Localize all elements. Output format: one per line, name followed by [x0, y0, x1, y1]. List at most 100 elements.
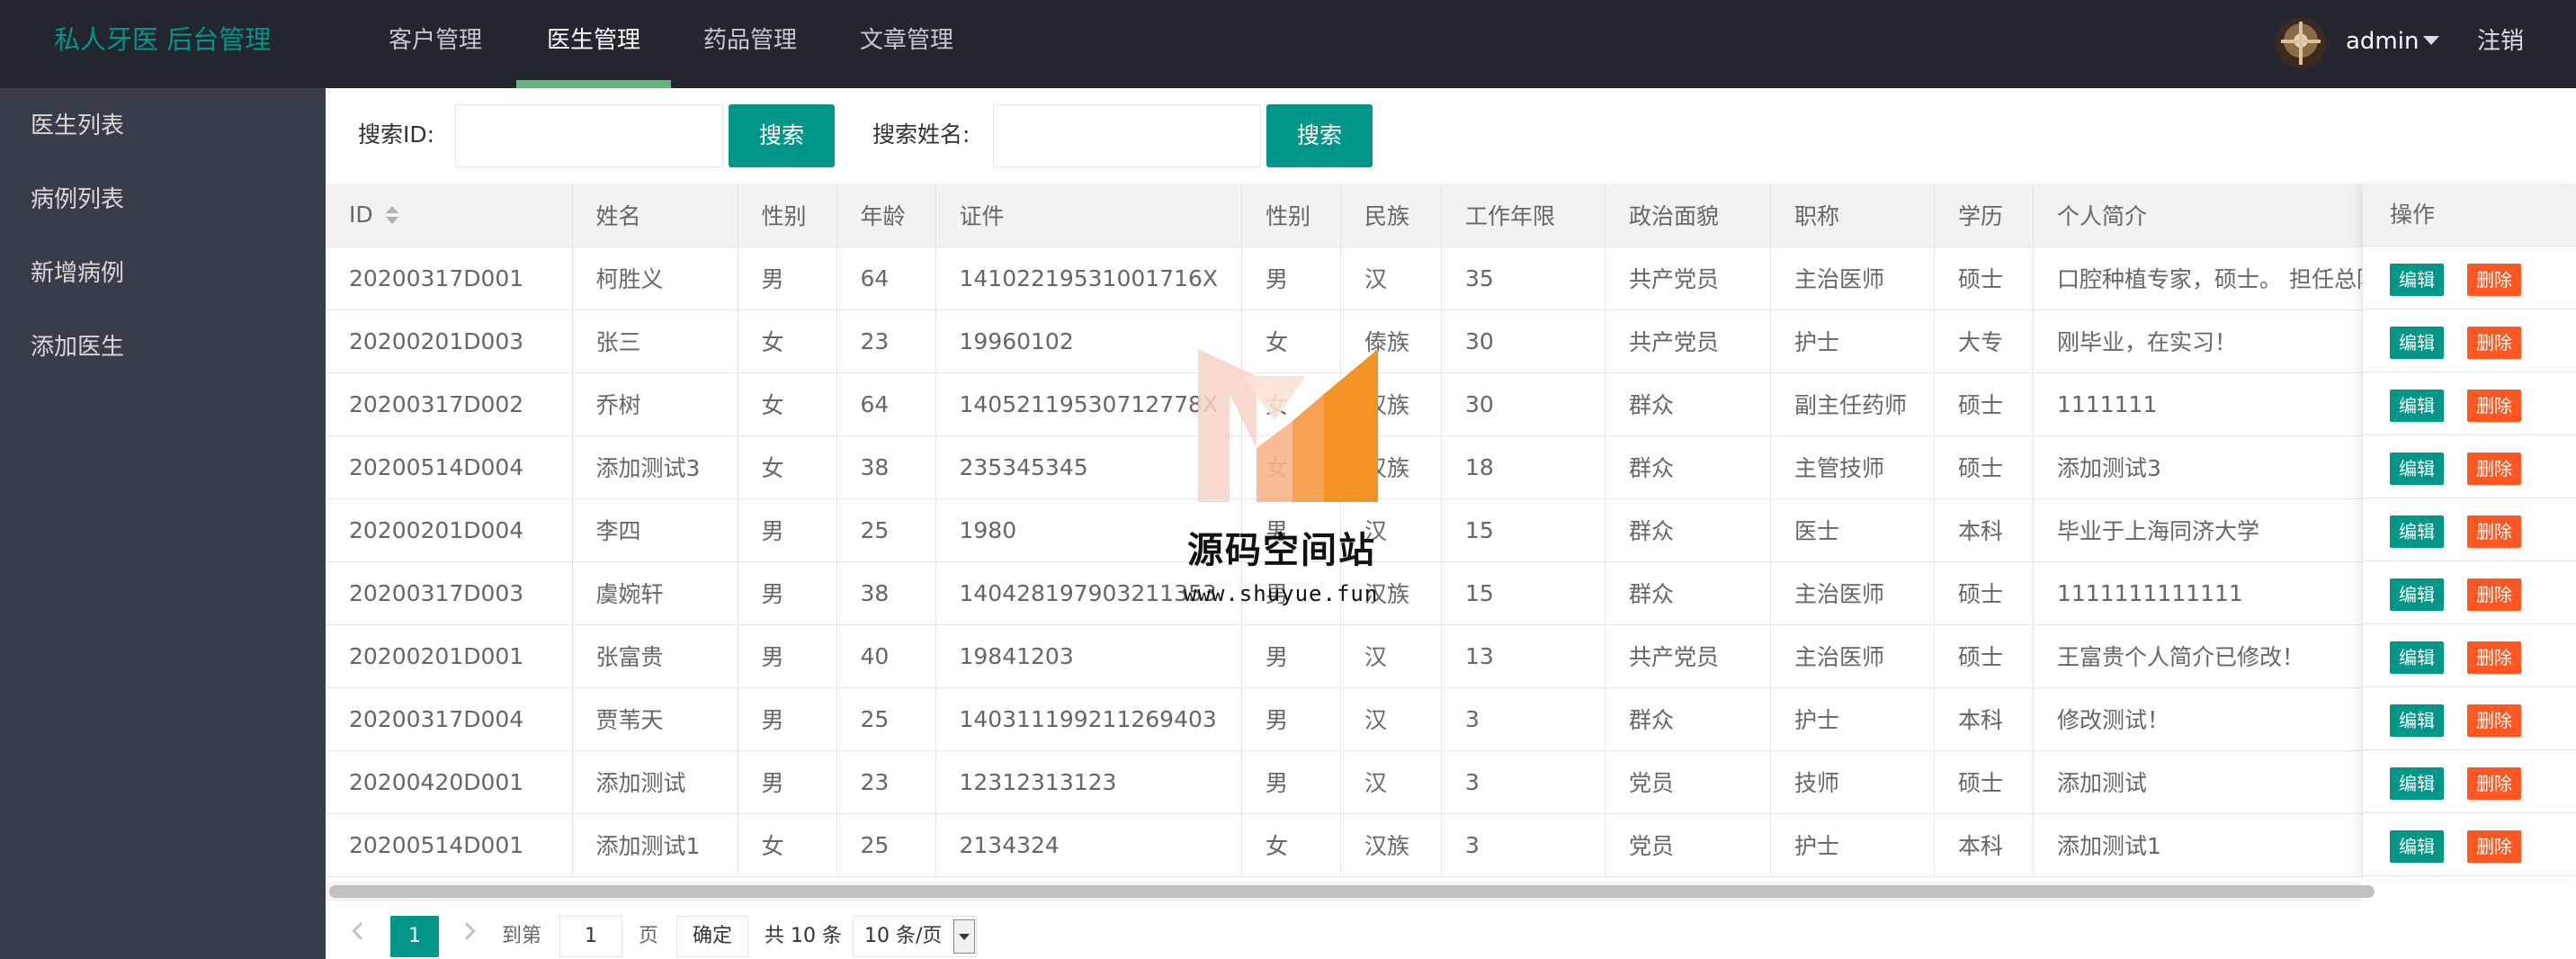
table-cell: 添加测试3 — [572, 435, 738, 499]
sidebar-item-case-list[interactable]: 病例列表 — [31, 182, 124, 218]
table-cell: 添加测试1 — [2033, 813, 2412, 877]
table-cell: 20200201D003 — [326, 309, 573, 373]
next-page-icon[interactable] — [458, 922, 476, 940]
table-cell: 男 — [738, 498, 837, 562]
goto-confirm-button[interactable]: 确定 — [676, 916, 748, 957]
column-header-education: 学历 — [1934, 184, 2035, 247]
table-row: 20200514D001 添加测试1 女 25 2134324 女汉族 3 党员 护士 本科 添加测… — [326, 813, 2412, 877]
delete-button[interactable]: 删除 — [2467, 767, 2521, 800]
delete-button[interactable]: 删除 — [2467, 264, 2521, 296]
table-cell: 23 — [836, 309, 936, 373]
delete-button[interactable]: 删除 — [2467, 453, 2521, 485]
page-unit-label: 页 — [639, 925, 659, 947]
sidebar-item-add-doctor[interactable]: 添加医生 — [31, 329, 124, 365]
edit-button[interactable]: 编辑 — [2390, 704, 2444, 737]
column-header-age: 年龄 — [836, 184, 936, 247]
table-cell: 64 — [836, 372, 936, 436]
edit-button[interactable]: 编辑 — [2390, 453, 2444, 485]
nav-medicine-management[interactable]: 药品管理 — [685, 0, 815, 88]
table-cell: 汉族 — [1340, 813, 1443, 877]
operations-cell: 编辑 删除 — [2363, 687, 2576, 750]
table-cell: 乔树 — [572, 372, 738, 436]
table-cell: 张三 — [572, 309, 738, 373]
table-header-row: ID 姓名 性别 年龄 证件 性别 民族 工作年限 政治面貌 职称 学历 个人简… — [326, 184, 2412, 247]
edit-button[interactable]: 编辑 — [2390, 390, 2444, 422]
page-current[interactable]: 1 — [390, 916, 439, 957]
table-cell: 15 — [1441, 561, 1606, 625]
edit-button[interactable]: 编辑 — [2390, 767, 2444, 800]
edit-button[interactable]: 编辑 — [2390, 327, 2444, 359]
nav-customer-management[interactable]: 客户管理 — [371, 0, 500, 88]
operations-cell: 编辑 删除 — [2363, 246, 2576, 309]
search-name-button[interactable]: 搜索 — [1266, 104, 1373, 167]
table-cell: 口腔种植专家，硕士。 担任总防 — [2033, 246, 2412, 310]
table-cell: 添加测试3 — [2033, 435, 2412, 499]
table-row: 20200317D004 贾苇天男 25 140311199211269403 男汉 3 群… — [326, 687, 2412, 751]
table-cell: 3 — [1441, 750, 1606, 814]
goto-page-input[interactable]: 1 — [559, 916, 622, 957]
table-cell: 汉 — [1340, 246, 1443, 310]
table-cell: 共产党员 — [1605, 309, 1772, 373]
delete-button[interactable]: 删除 — [2467, 390, 2521, 422]
top-header: 私人牙医 后台管理 客户管理 医生管理 药品管理 文章管理 admin 注销 — [0, 0, 2576, 88]
edit-button[interactable]: 编辑 — [2390, 515, 2444, 548]
prev-page-icon[interactable] — [352, 922, 370, 940]
sidebar: 医生列表 病例列表 新增病例 添加医生 — [0, 88, 326, 959]
table-cell: 12312313123 — [935, 750, 1243, 814]
sidebar-item-add-case[interactable]: 新增病例 — [31, 255, 124, 291]
table-cell: 修改测试！ — [2033, 687, 2412, 751]
table-cell: 男 — [738, 687, 837, 751]
sort-icon[interactable] — [385, 206, 398, 226]
table-cell: 群众 — [1605, 435, 1772, 499]
table-cell: 20200201D004 — [326, 498, 573, 562]
table-cell: 贾苇天 — [572, 687, 738, 751]
operations-cell: 编辑 删除 — [2363, 309, 2576, 372]
operations-column: 操作 编辑 删除 编辑 删除 编辑 删除 编辑 删除 编辑 删除 编辑 删除 编辑 删除 编辑 删除 编辑 删除编… — [2362, 184, 2576, 878]
goto-label: 到第 — [502, 925, 542, 947]
delete-button[interactable]: 删除 — [2467, 704, 2521, 737]
table-cell: 男 — [738, 750, 837, 814]
user-name[interactable]: admin — [2346, 23, 2419, 59]
table-cell: 添加测试 — [2033, 750, 2412, 814]
delete-button[interactable]: 删除 — [2467, 578, 2521, 611]
table-cell: 18 — [1441, 435, 1606, 499]
table-cell: 20200514D004 — [326, 435, 573, 499]
operations-cell: 编辑 删除 — [2363, 372, 2576, 435]
table-cell: 19841203 — [935, 624, 1243, 688]
table-cell: 主治医师 — [1770, 624, 1936, 688]
column-header-years: 工作年限 — [1441, 184, 1606, 247]
table-cell: 3 — [1441, 813, 1606, 877]
delete-button[interactable]: 删除 — [2467, 641, 2521, 674]
edit-button[interactable]: 编辑 — [2390, 578, 2444, 611]
table-cell: 30 — [1441, 372, 1606, 436]
chevron-down-icon[interactable] — [2423, 36, 2439, 45]
table-cell: 35 — [1441, 246, 1606, 310]
table-cell: 技师 — [1770, 750, 1936, 814]
search-id-input[interactable] — [455, 104, 723, 167]
delete-button[interactable]: 删除 — [2467, 830, 2521, 863]
logout-link[interactable]: 注销 — [2477, 23, 2524, 59]
edit-button[interactable]: 编辑 — [2390, 641, 2444, 674]
avatar[interactable] — [2276, 18, 2326, 68]
table-cell: 1111111 — [2033, 372, 2412, 436]
table-row: 20200317D001 柯胜义男 64 14102219531001716X 男汉 35… — [326, 246, 2412, 310]
edit-button[interactable]: 编辑 — [2390, 830, 2444, 863]
table-cell: 23 — [836, 750, 936, 814]
delete-button[interactable]: 删除 — [2467, 327, 2521, 359]
edit-button[interactable]: 编辑 — [2390, 264, 2444, 296]
table-cell: 女 — [738, 435, 837, 499]
delete-button[interactable]: 删除 — [2467, 515, 2521, 548]
search-id-button[interactable]: 搜索 — [729, 104, 835, 167]
horizontal-scrollbar-thumb[interactable] — [329, 885, 2375, 898]
sidebar-item-doctor-list[interactable]: 医生列表 — [31, 108, 124, 144]
chevron-down-icon[interactable] — [953, 919, 975, 954]
table-cell: 2134324 — [935, 813, 1243, 877]
nav-doctor-management[interactable]: 医生管理 — [516, 0, 671, 88]
table-cell: 女 — [738, 813, 837, 877]
app-logo[interactable]: 私人牙医 后台管理 — [54, 22, 271, 58]
column-header-title: 职称 — [1770, 184, 1936, 247]
nav-article-management[interactable]: 文章管理 — [842, 0, 971, 88]
operations-cell: 编辑 删除 — [2363, 561, 2576, 624]
column-header-id[interactable]: ID — [326, 184, 573, 247]
search-name-input[interactable] — [993, 104, 1261, 167]
